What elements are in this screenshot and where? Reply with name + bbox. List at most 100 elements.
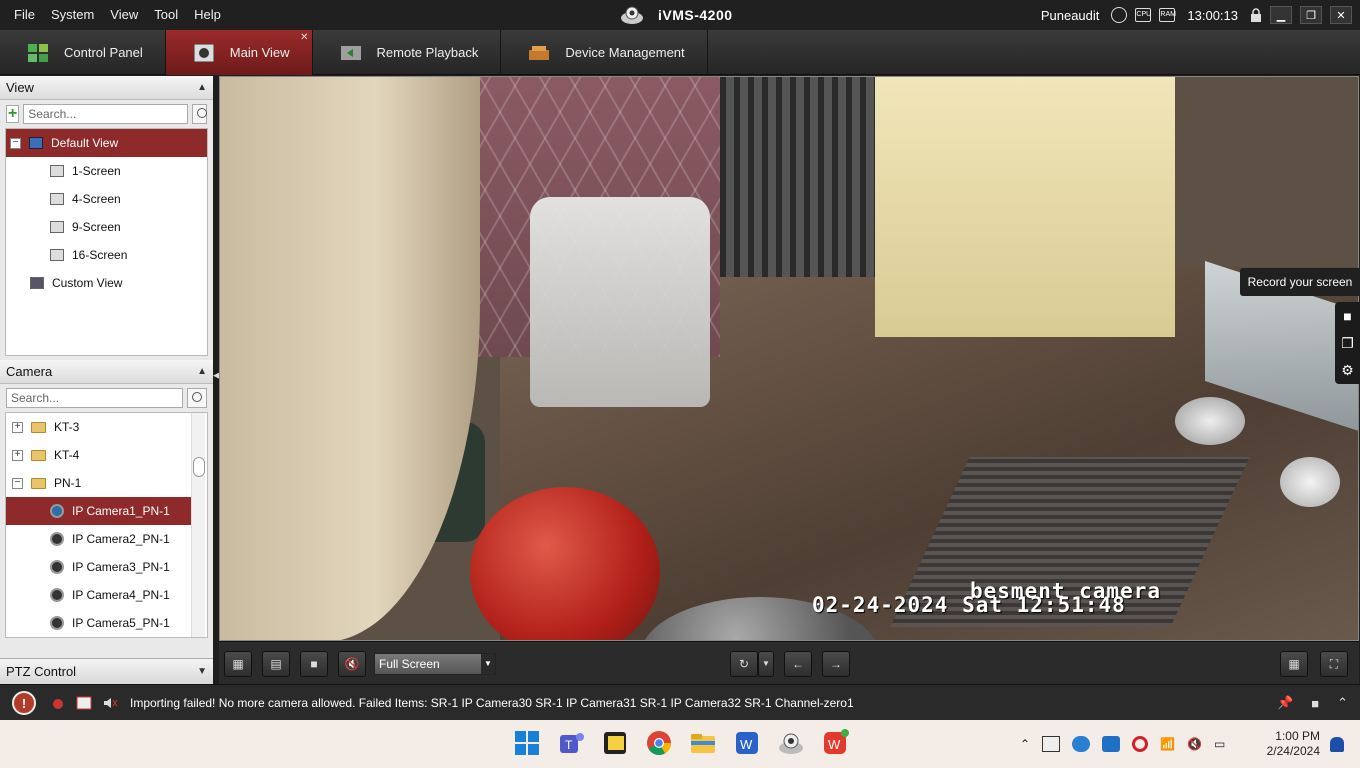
camera-label: IP Camera2_PN-1 (72, 532, 170, 546)
ptz-control-header[interactable]: PTZ Control ▼ (0, 658, 213, 684)
collapse-expander-icon[interactable]: − (12, 477, 23, 489)
auto-switch-dropdown[interactable]: ▼ (758, 651, 774, 677)
menu-help[interactable]: Help (186, 0, 229, 30)
stop-all-button[interactable]: ■ (300, 651, 328, 677)
layout-select[interactable]: Full Screen ▼ (374, 653, 496, 675)
record-tooltip: Record your screen (1240, 268, 1360, 296)
wps-office-icon[interactable]: W (820, 728, 850, 758)
camera-tree-scrollbar[interactable] (191, 413, 205, 637)
lock-icon[interactable] (1250, 8, 1262, 22)
camera-section-header[interactable]: Camera ▲ (0, 360, 213, 384)
ivms-icon[interactable] (776, 728, 806, 758)
menu-file[interactable]: File (6, 0, 43, 30)
tab-main-view[interactable]: Main View ✕ (165, 30, 313, 75)
view-item-label: 4-Screen (72, 192, 121, 206)
title-bar: File System View Tool Help iVMS-4200 Pun… (0, 0, 1360, 30)
window-icon[interactable]: ■ (1311, 696, 1319, 711)
scrollbar-thumb[interactable] (193, 457, 205, 477)
taskbar-date: 2/24/2024 (1266, 744, 1320, 758)
windows-start-icon[interactable] (512, 728, 542, 758)
volume-muted-icon[interactable]: 🔇 (1187, 737, 1202, 751)
audio-alert-icon[interactable] (102, 696, 118, 710)
pin-icon[interactable]: 📌 (1277, 695, 1293, 711)
close-button[interactable]: ✕ (1330, 6, 1352, 24)
group-item-kt3[interactable]: + KT-3 (6, 413, 207, 441)
file-explorer-icon[interactable] (688, 728, 718, 758)
notification-bell-icon[interactable] (1330, 737, 1344, 752)
view-item-16-screen[interactable]: 16-Screen (6, 241, 207, 269)
previous-page-button[interactable]: ← (784, 651, 812, 677)
auto-switch-icon[interactable]: ↻ (730, 651, 758, 677)
next-page-button[interactable]: → (822, 651, 850, 677)
cpu-icon[interactable]: CPU (1135, 8, 1152, 22)
camera-item[interactable]: IP Camera5_PN-1 (6, 609, 207, 637)
globe-icon[interactable] (1111, 7, 1128, 23)
camera-item[interactable]: IP Camera1_PN-1 (6, 497, 191, 525)
wps-writer-icon[interactable]: W (732, 728, 762, 758)
collapse-up-icon[interactable]: ▲ (197, 366, 207, 377)
teams-icon[interactable]: T (556, 728, 586, 758)
layout-menu-icon[interactable]: ▦ (1280, 651, 1308, 677)
camera-item[interactable]: IP Camera3_PN-1 (6, 553, 207, 581)
menu-view[interactable]: View (102, 0, 146, 30)
close-tab-icon[interactable]: ✕ (300, 32, 308, 43)
menu-system[interactable]: System (43, 0, 102, 30)
expand-expander-icon[interactable]: + (12, 449, 23, 461)
menu-tool[interactable]: Tool (146, 0, 186, 30)
view-section-header[interactable]: View ▲ (0, 76, 213, 100)
view-item-default[interactable]: − Default View (6, 129, 207, 157)
layout-select-value: Full Screen (379, 657, 440, 671)
view-item-custom[interactable]: Custom View (6, 269, 207, 297)
tray-app-icon[interactable] (1042, 736, 1061, 752)
record-icon[interactable] (1132, 736, 1149, 752)
video-camera-icon[interactable]: ■ (1343, 309, 1351, 323)
camera-label: IP Camera4_PN-1 (72, 588, 170, 602)
security-shield-icon[interactable] (1102, 736, 1121, 752)
restore-button[interactable]: ❐ (1300, 6, 1322, 24)
camera-item[interactable]: IP Camera2_PN-1 (6, 525, 207, 553)
wifi-icon[interactable]: 📶 (1160, 737, 1175, 751)
custom-layout-icon[interactable]: ▤ (262, 651, 290, 677)
collapse-expander-icon[interactable]: − (10, 137, 21, 149)
onedrive-icon[interactable] (1072, 736, 1091, 752)
expand-down-icon[interactable]: ▼ (197, 666, 207, 677)
video-stool (1280, 457, 1340, 507)
app-logo-icon (621, 6, 643, 24)
ram-icon[interactable]: RAM (1159, 8, 1176, 22)
warning-icon[interactable]: ! (12, 690, 36, 715)
mute-icon[interactable]: 🔇 (338, 651, 366, 677)
tab-control-panel[interactable]: Control Panel (0, 30, 166, 75)
add-view-button[interactable]: + (6, 105, 20, 123)
battery-icon[interactable]: ▭ (1214, 737, 1225, 751)
taskbar-clock[interactable]: 1:00 PM 2/24/2024 (1267, 729, 1320, 759)
chevron-down-icon[interactable]: ▼ (481, 654, 495, 674)
view-item-label: 1-Screen (72, 164, 121, 178)
alarm-icon[interactable] (50, 696, 66, 710)
expand-up-icon[interactable]: ⌃ (1337, 695, 1348, 711)
view-item-9-screen[interactable]: 9-Screen (6, 213, 207, 241)
chrome-icon[interactable] (644, 728, 674, 758)
expand-expander-icon[interactable]: + (12, 421, 23, 433)
live-video-window[interactable]: besment camera 02-24-2024 Sat 12:51:48 (219, 76, 1359, 641)
window-division-icon[interactable]: ▦ (224, 651, 252, 677)
group-item-kt4[interactable]: + KT-4 (6, 441, 207, 469)
view-item-1-screen[interactable]: 1-Screen (6, 157, 207, 185)
view-item-4-screen[interactable]: 4-Screen (6, 185, 207, 213)
custom-view-icon (30, 277, 44, 289)
fullscreen-icon[interactable]: ⛶ (1320, 651, 1348, 677)
tab-device-management[interactable]: Device Management (501, 30, 708, 75)
camera-search-input[interactable] (6, 388, 183, 408)
camera-search-button[interactable] (187, 388, 207, 408)
minimize-button[interactable]: ▁ (1270, 6, 1292, 24)
screenshot-icon[interactable]: ❐ (1341, 336, 1354, 350)
group-item-pn1[interactable]: − PN-1 (6, 469, 207, 497)
sticky-notes-icon[interactable] (600, 728, 630, 758)
view-search-button[interactable] (192, 104, 207, 124)
settings-gear-icon[interactable]: ⚙ (1341, 363, 1354, 377)
event-icon[interactable] (76, 696, 92, 710)
view-search-input[interactable] (23, 104, 189, 124)
chevron-up-icon[interactable]: ⌃ (1020, 737, 1030, 751)
collapse-up-icon[interactable]: ▲ (197, 82, 207, 93)
tab-remote-playback[interactable]: Remote Playback (313, 30, 502, 75)
camera-item[interactable]: IP Camera4_PN-1 (6, 581, 207, 609)
